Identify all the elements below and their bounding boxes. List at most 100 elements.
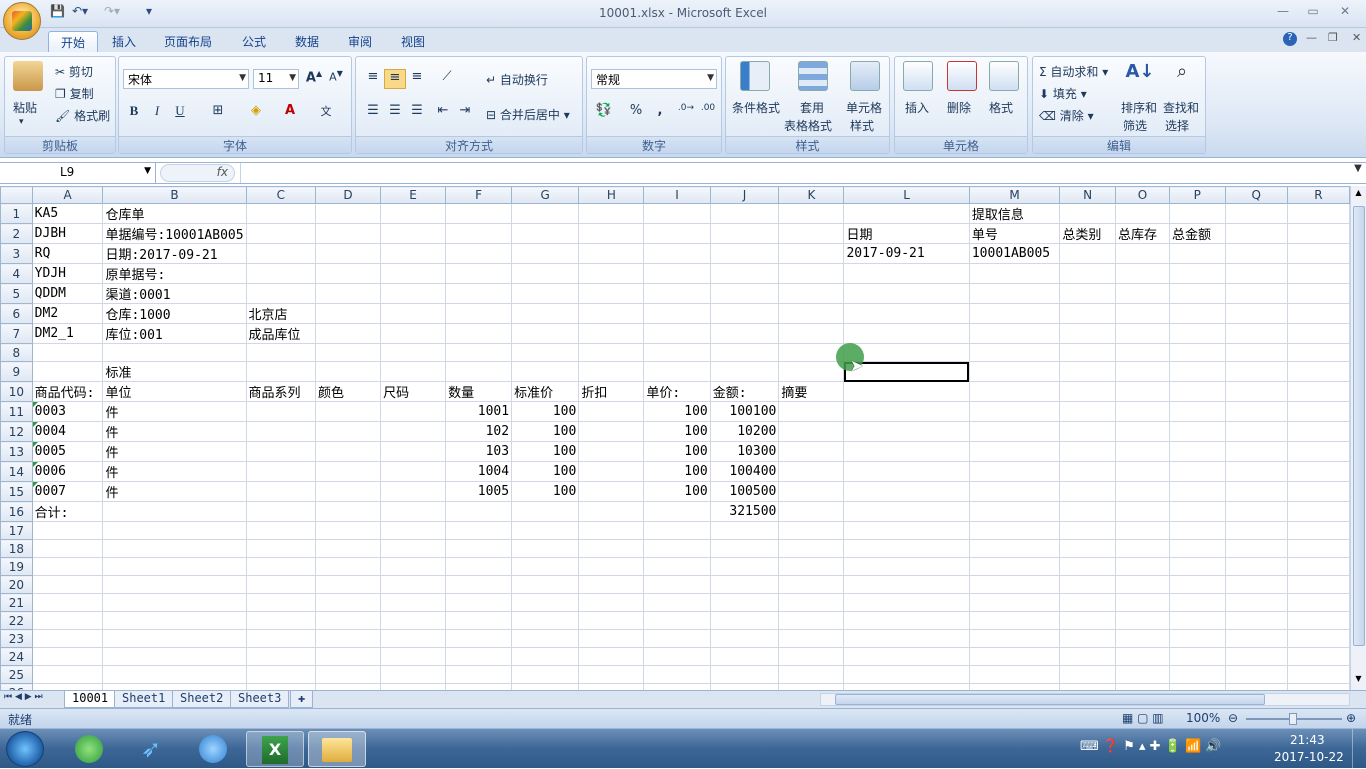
cell-q21[interactable] [1224,593,1288,612]
cell-l16[interactable] [843,501,970,522]
view-buttons[interactable]: ▦ ▢ ▥ [1122,711,1164,725]
cell-m11[interactable] [968,401,1061,422]
ribbon-close-button[interactable]: ✕ [1352,31,1361,44]
cell-m14[interactable] [968,461,1061,482]
column-header-o[interactable]: O [1114,186,1170,204]
cell-r12[interactable] [1286,421,1350,442]
cell-e9[interactable] [380,361,447,382]
cell-n22[interactable] [1059,611,1116,630]
cell-k17[interactable] [778,521,845,540]
cell-a15[interactable]: 0007 [31,481,104,502]
cell-a21[interactable] [31,593,104,612]
cell-m15[interactable] [968,481,1061,502]
shrink-font-icon[interactable]: A▼ [325,69,347,89]
zoom-out-icon[interactable]: ⊖ [1228,711,1238,725]
cell-m10[interactable] [968,381,1061,402]
cell-b6[interactable]: 仓库:1000 [102,303,247,324]
cell-f24[interactable] [445,647,513,666]
cell-k4[interactable] [778,263,845,284]
cell-j17[interactable] [709,521,780,540]
cell-i4[interactable] [643,263,711,284]
cell-m17[interactable] [968,521,1061,540]
cell-c12[interactable] [245,421,317,442]
cell-a11[interactable]: 0003 [31,401,104,422]
align-center-icon[interactable]: ☰ [384,103,406,123]
cell-i16[interactable] [643,501,711,522]
cell-b17[interactable] [102,521,247,540]
scroll-down-icon[interactable]: ▼ [1352,674,1365,688]
cell-r23[interactable] [1286,629,1350,648]
cell-i11[interactable]: 100 [643,401,711,422]
cell-c8[interactable] [245,343,317,362]
cell-j19[interactable] [709,557,780,576]
cell-a24[interactable] [31,647,104,666]
cell-p6[interactable] [1168,303,1226,324]
table-format-label-2[interactable]: 表格格式 [784,117,832,134]
row-header[interactable]: 20 [0,575,33,594]
cell-r2[interactable] [1286,223,1350,244]
cell-k8[interactable] [778,343,845,362]
cell-p21[interactable] [1168,593,1226,612]
row-header[interactable]: 8 [0,343,33,362]
cell-o1[interactable] [1114,203,1170,224]
cell-m21[interactable] [968,593,1061,612]
cell-j12[interactable]: 10200 [709,421,780,442]
cell-f15[interactable]: 1005 [445,481,513,502]
cell-q1[interactable] [1224,203,1288,224]
cell-j21[interactable] [709,593,780,612]
cell-k1[interactable] [778,203,845,224]
cell-g15[interactable]: 100 [511,481,580,502]
cell-l22[interactable] [843,611,970,630]
cell-b7[interactable]: 库位:001 [102,323,247,344]
format-painter-button[interactable]: 🖌 格式刷 [55,107,110,124]
cell-d17[interactable] [314,521,382,540]
cell-q3[interactable] [1224,243,1288,264]
cell-l19[interactable] [843,557,970,576]
help-icon[interactable]: ? [1283,32,1297,46]
align-bottom-icon[interactable]: ≡ [406,69,428,89]
cell-e6[interactable] [380,303,447,324]
cell-e4[interactable] [380,263,447,284]
cell-c7[interactable]: 成品库位 [245,323,317,344]
column-header-p[interactable]: P [1168,186,1226,204]
cell-k6[interactable] [778,303,845,324]
cell-g11[interactable]: 100 [511,401,580,422]
cell-style-button[interactable]: 单元格 [846,99,882,116]
row-header[interactable]: 3 [0,243,33,264]
cell-n14[interactable] [1059,461,1116,482]
column-header-b[interactable]: B [102,186,247,204]
cell-o8[interactable] [1114,343,1170,362]
cell-i5[interactable] [643,283,711,304]
cell-f8[interactable] [445,343,513,362]
cell-q9[interactable] [1224,361,1288,382]
cell-c6[interactable]: 北京店 [245,303,317,324]
cell-e1[interactable] [380,203,447,224]
column-header-n[interactable]: N [1059,186,1116,204]
cell-b9[interactable]: 标准 [102,361,247,382]
column-header-d[interactable]: D [314,186,382,204]
row-header[interactable]: 19 [0,557,33,576]
cell-i14[interactable]: 100 [643,461,711,482]
increase-decimal-icon[interactable]: .0→ [675,103,697,123]
cell-e5[interactable] [380,283,447,304]
cell-f14[interactable]: 1004 [445,461,513,482]
cell-r19[interactable] [1286,557,1350,576]
cell-d9[interactable] [314,361,382,382]
cell-d22[interactable] [314,611,382,630]
cell-d16[interactable] [314,501,382,522]
cell-g19[interactable] [511,557,580,576]
column-header-i[interactable]: I [643,186,711,204]
cell-m18[interactable] [968,539,1061,558]
cell-b10[interactable]: 单位 [102,381,247,402]
insert-sheet-icon[interactable]: ✚ [290,691,314,708]
select-all-corner[interactable] [0,186,33,204]
cell-d8[interactable] [314,343,382,362]
cell-f25[interactable] [445,665,513,684]
cell-e25[interactable] [380,665,447,684]
cell-i15[interactable]: 100 [643,481,711,502]
cell-b23[interactable] [102,629,247,648]
underline-button[interactable]: U [169,103,191,123]
decrease-indent-icon[interactable]: ⇤ [432,103,454,123]
cell-a25[interactable] [31,665,104,684]
row-header[interactable]: 13 [0,441,33,462]
